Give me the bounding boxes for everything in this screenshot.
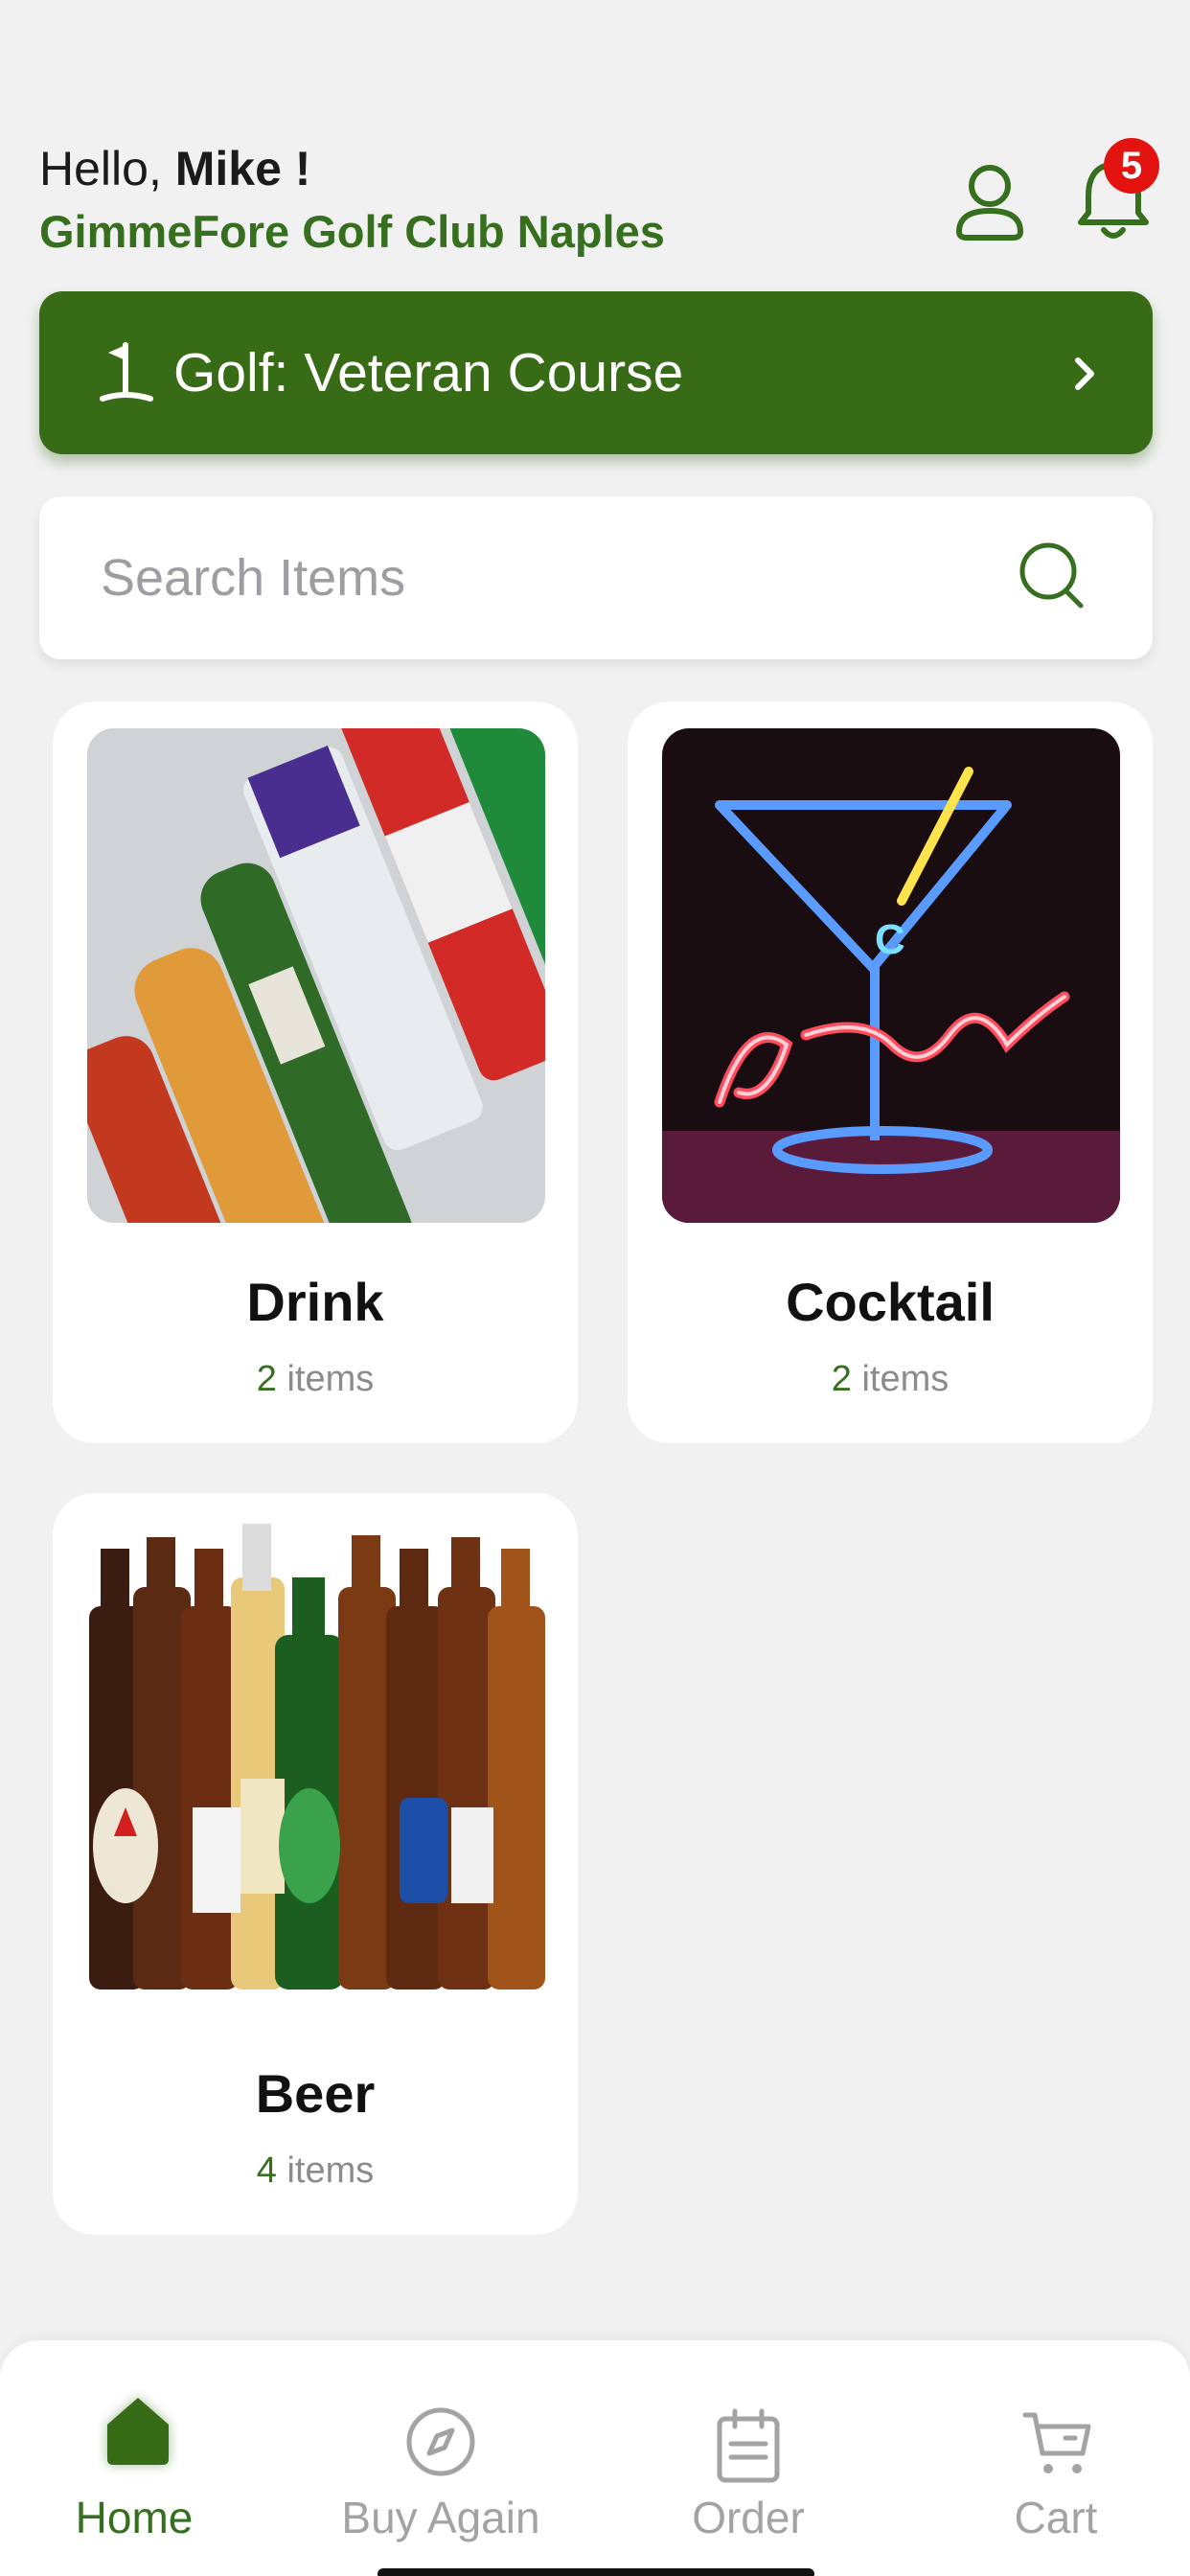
search-input[interactable] — [101, 546, 963, 610]
cocktail-category-image: C — [662, 728, 1120, 1223]
nav-home[interactable]: Home — [10, 2340, 259, 2576]
greeting-prefix: Hello, — [39, 142, 175, 196]
nav-label: Buy Again — [341, 2493, 540, 2542]
golf-flag-icon — [100, 342, 153, 402]
drink-category-image — [87, 728, 545, 1223]
user-icon — [955, 165, 1024, 241]
user-name: Mike ! — [174, 142, 311, 196]
nav-cart[interactable]: Cart — [931, 2340, 1180, 2576]
nav-buy-again[interactable]: Buy Again — [316, 2340, 565, 2576]
bottom-navigation: Home Buy Again Order Cart — [0, 2340, 1190, 2576]
category-item-count: 2 items — [831, 1359, 950, 1399]
category-name: Drink — [246, 1272, 384, 1332]
profile-button[interactable] — [953, 161, 1026, 242]
home-indicator — [378, 2568, 814, 2576]
home-screen: Hello, Mike ! GimmeFore Golf Club Naples… — [0, 0, 1190, 2576]
category-item-count: 4 items — [256, 2150, 375, 2191]
search-bar — [39, 496, 1153, 659]
category-name: Beer — [255, 2063, 376, 2124]
nav-order[interactable]: Order — [624, 2340, 873, 2576]
category-item-count: 2 items — [256, 1359, 375, 1399]
greeting: Hello, Mike ! — [39, 140, 310, 197]
category-card-beer[interactable]: Beer 4 items — [53, 1493, 578, 2235]
notification-badge: 5 — [1104, 138, 1159, 194]
club-name[interactable]: GimmeFore Golf Club Naples — [39, 203, 665, 261]
cart-icon — [1022, 2412, 1091, 2473]
clipboard-icon — [717, 2408, 780, 2483]
home-icon — [107, 2398, 169, 2465]
beer-category-image — [87, 1520, 545, 2014]
nav-label: Order — [692, 2493, 805, 2542]
category-name: Cocktail — [786, 1272, 995, 1332]
course-label: Golf: Veteran Course — [173, 342, 684, 403]
nav-label: Home — [75, 2493, 194, 2542]
course-selector-button[interactable]: Golf: Veteran Course — [39, 291, 1153, 454]
compass-icon — [406, 2407, 475, 2476]
svg-text:C: C — [875, 916, 905, 963]
category-card-drink[interactable]: Drink 2 items — [53, 702, 578, 1443]
search-icon[interactable] — [1016, 539, 1088, 611]
chevron-right-icon — [1075, 357, 1094, 390]
category-card-cocktail[interactable]: C Cocktail 2 items — [628, 702, 1153, 1443]
nav-label: Cart — [1014, 2493, 1098, 2542]
